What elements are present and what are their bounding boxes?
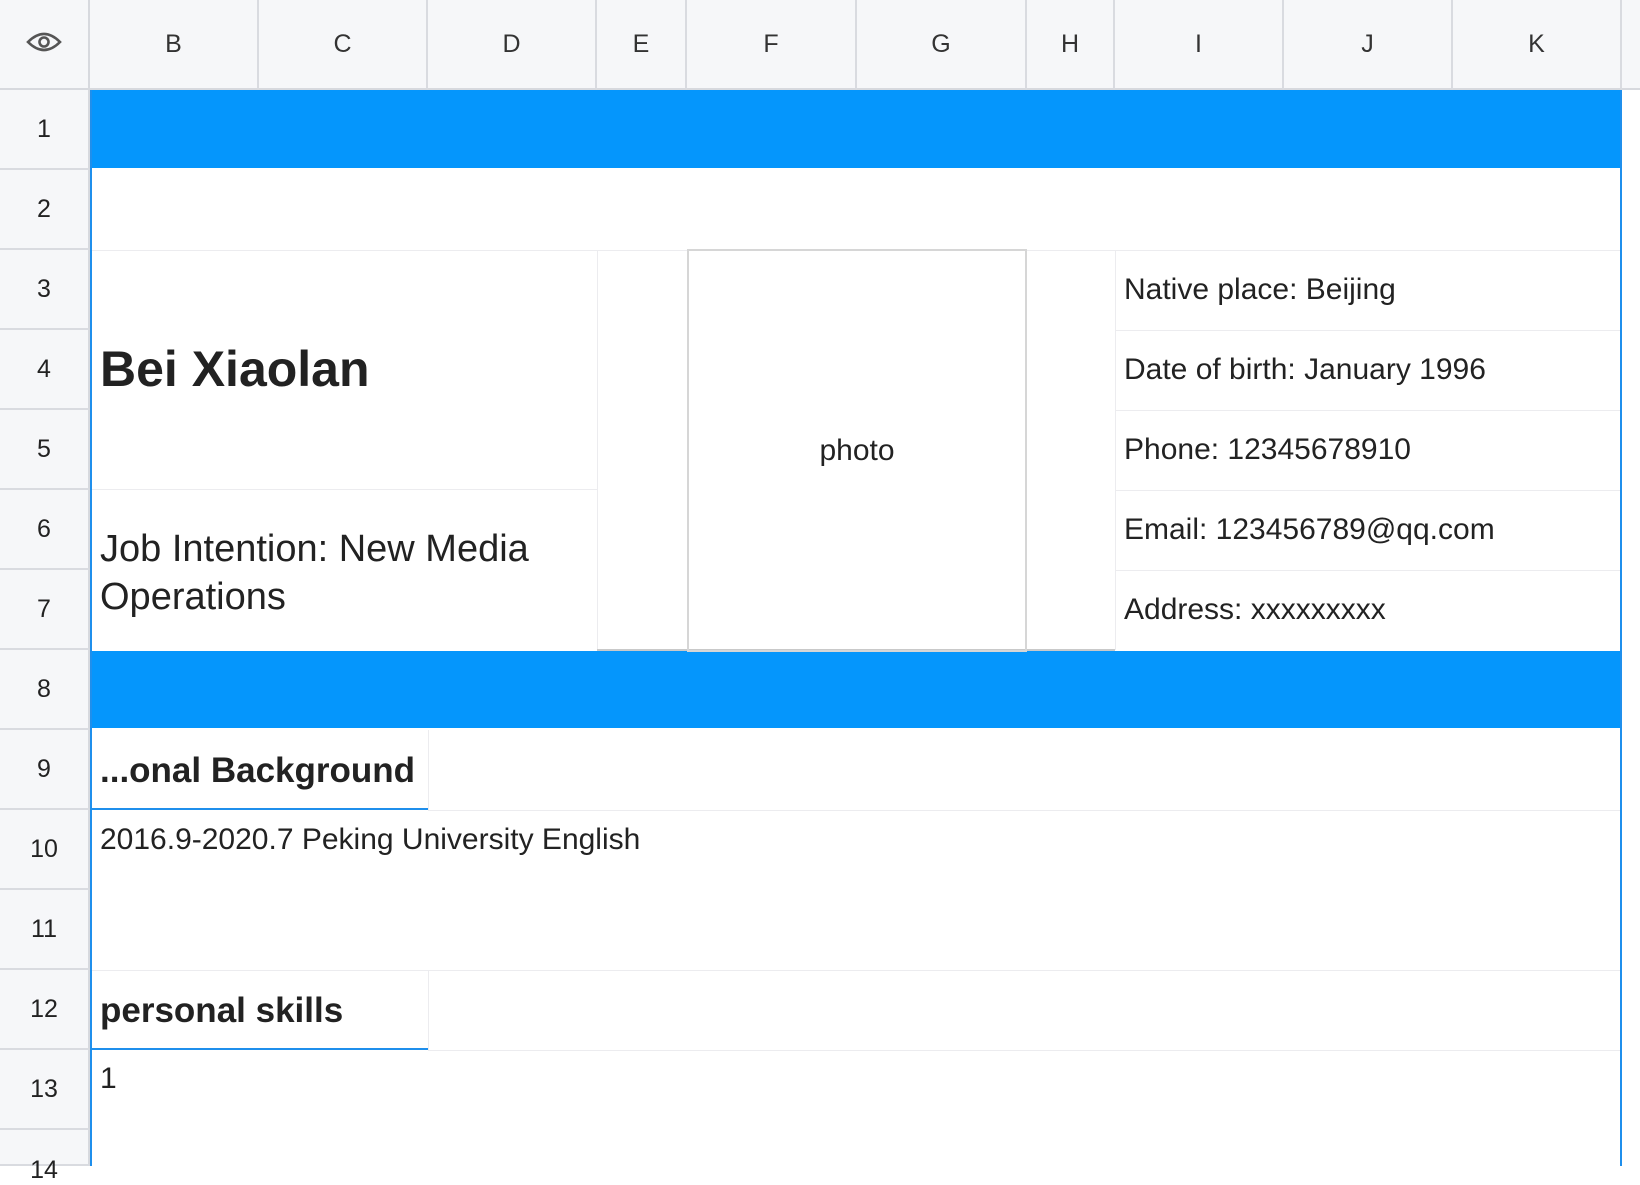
column-header-j[interactable]: J <box>1284 0 1453 90</box>
column-header-k[interactable]: K <box>1453 0 1622 90</box>
row-header-12[interactable]: 12 <box>0 970 90 1050</box>
phone-cell[interactable]: Phone: 12345678910 <box>1124 433 1411 467</box>
job-intention-line-1[interactable]: Job Intention: New Media <box>100 526 529 572</box>
row-header-14[interactable]: 14 <box>0 1130 90 1184</box>
row-header-13[interactable]: 13 <box>0 1050 90 1130</box>
skills-title-underline <box>90 1048 428 1050</box>
job-intention-line-2[interactable]: Operations <box>100 574 286 620</box>
row-header-2[interactable]: 2 <box>0 170 90 250</box>
row-header-6[interactable]: 6 <box>0 490 90 570</box>
column-header-e[interactable]: E <box>597 0 687 90</box>
row-header-4[interactable]: 4 <box>0 330 90 410</box>
date-of-birth-cell[interactable]: Date of birth: January 1996 <box>1124 353 1486 387</box>
row-header-3[interactable]: 3 <box>0 250 90 330</box>
address-cell[interactable]: Address: xxxxxxxxx <box>1124 593 1386 627</box>
column-header-d[interactable]: D <box>428 0 597 90</box>
row-header-1[interactable]: 1 <box>0 90 90 170</box>
photo-cell[interactable]: photo <box>687 249 1027 652</box>
select-all-corner[interactable] <box>0 0 90 90</box>
education-entry-cell[interactable]: 2016.9-2020.7 Peking University English <box>100 823 640 857</box>
row-header-8[interactable]: 8 <box>0 650 90 730</box>
row-header-9[interactable]: 9 <box>0 730 90 810</box>
column-header-b[interactable]: B <box>90 0 259 90</box>
education-title-underline <box>90 808 428 810</box>
column-header-f[interactable]: F <box>687 0 857 90</box>
row-header-7[interactable]: 7 <box>0 570 90 650</box>
column-header-i[interactable]: I <box>1115 0 1284 90</box>
row-header-10[interactable]: 10 <box>0 810 90 890</box>
row-header-5[interactable]: 5 <box>0 410 90 490</box>
education-section-title[interactable]: ...onal Background <box>100 751 415 791</box>
column-header-g[interactable]: G <box>857 0 1027 90</box>
column-header-h[interactable]: H <box>1027 0 1115 90</box>
eye-icon[interactable] <box>26 30 62 59</box>
row-header-11[interactable]: 11 <box>0 890 90 970</box>
skills-section-title[interactable]: personal skills <box>100 991 343 1031</box>
photo-label: photo <box>819 433 895 467</box>
resume-name[interactable]: Bei Xiaolan <box>100 340 370 398</box>
email-cell[interactable]: Email: 123456789@qq.com <box>1124 513 1495 547</box>
native-place-cell[interactable]: Native place: Beijing <box>1124 273 1396 307</box>
skills-entry-cell[interactable]: 1 <box>100 1062 117 1096</box>
column-header-c[interactable]: C <box>259 0 428 90</box>
header-strip-right <box>1622 0 1640 90</box>
